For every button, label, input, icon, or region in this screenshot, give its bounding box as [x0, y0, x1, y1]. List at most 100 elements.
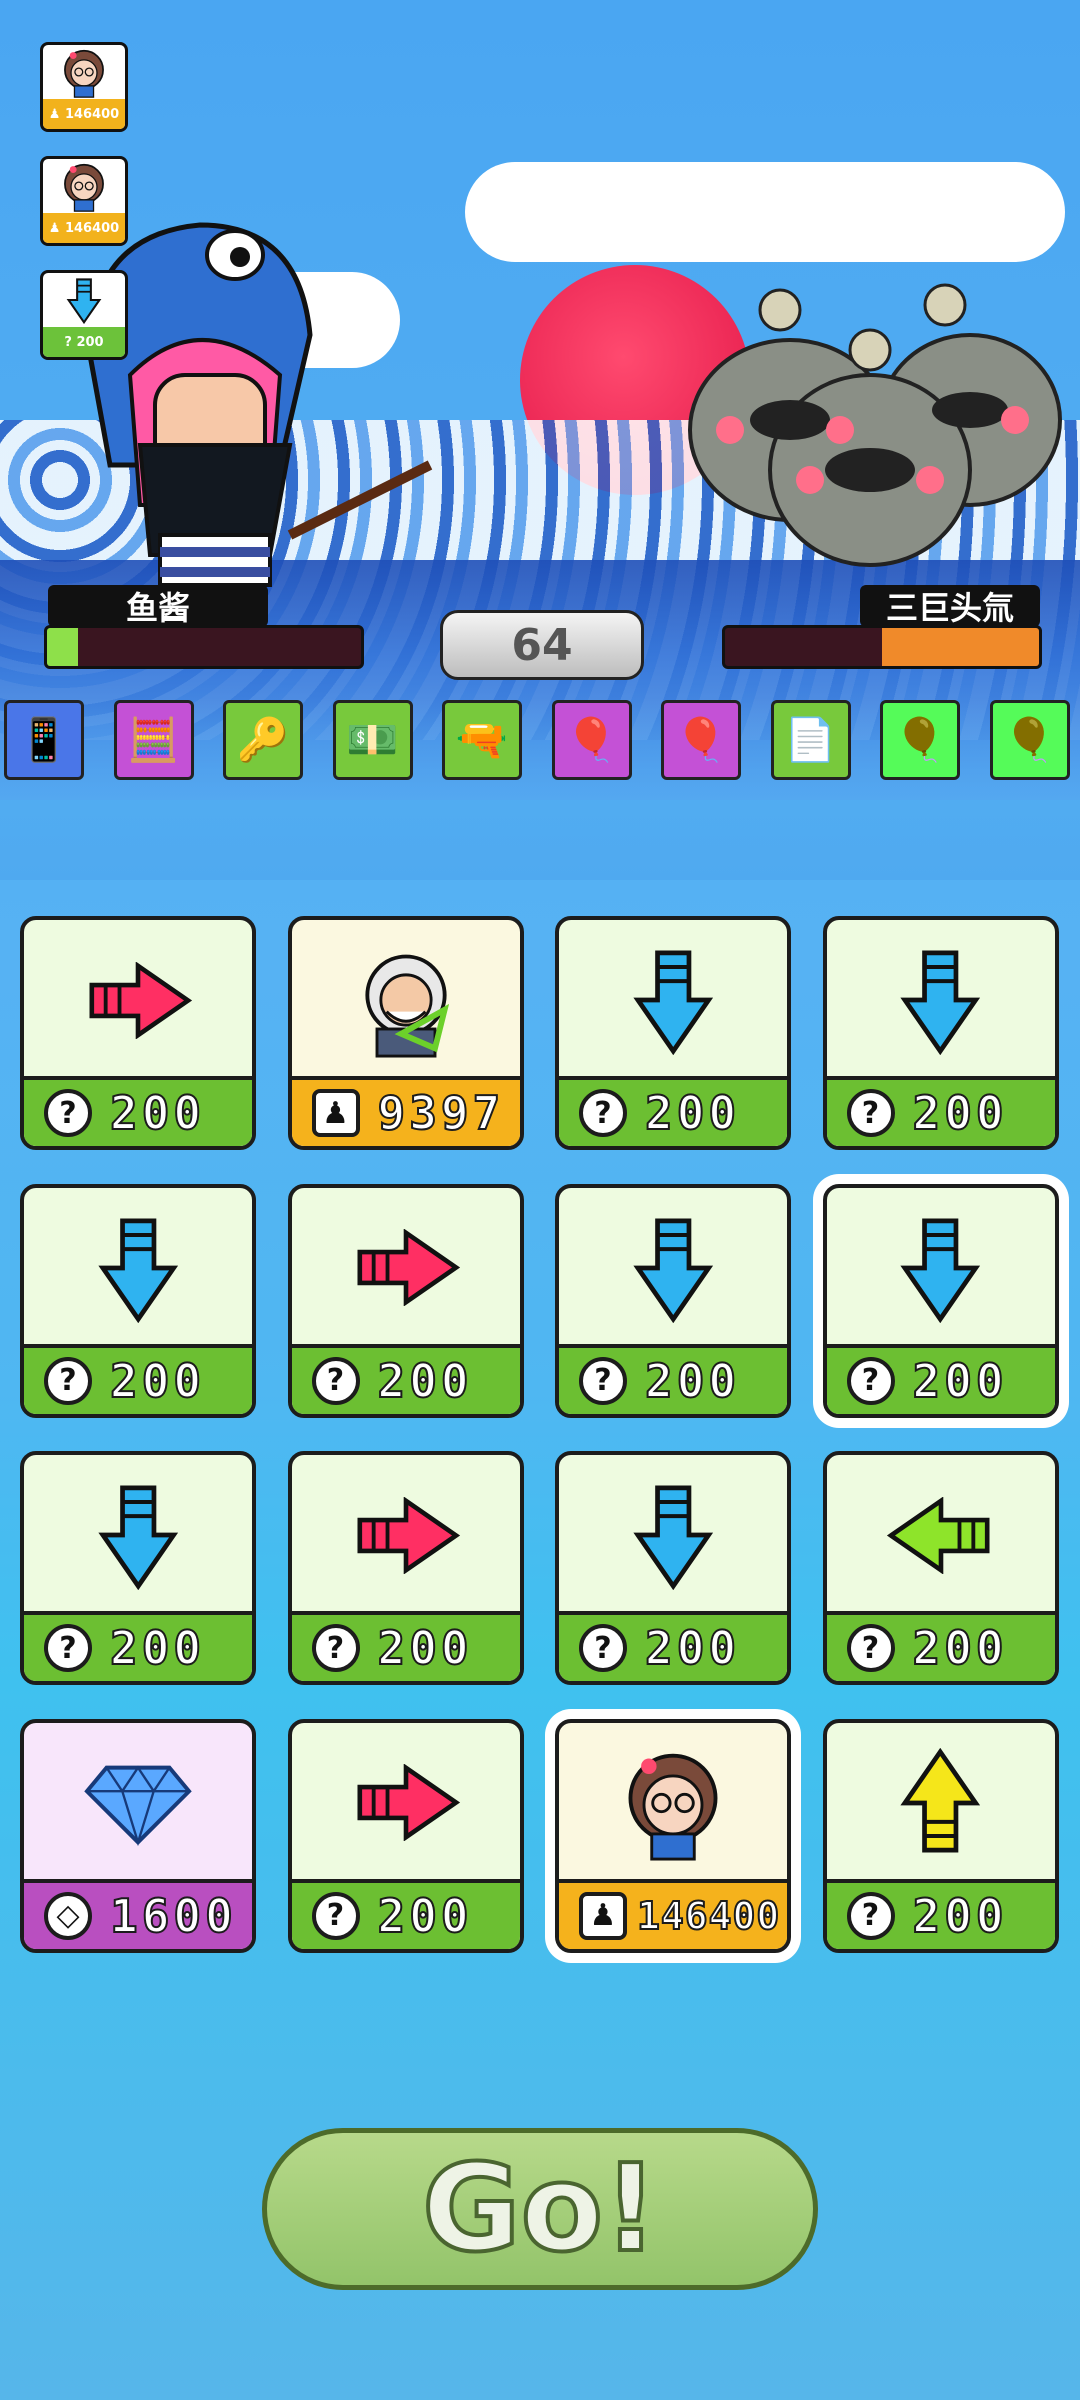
right-arrow-icon — [24, 920, 252, 1080]
down-arrow-icon — [559, 1455, 787, 1615]
help-icon: ? — [579, 1356, 627, 1405]
card-price: ? 200 — [24, 1343, 252, 1414]
action-card[interactable]: ? 200 — [287, 1451, 524, 1685]
card-price-value: 200 — [911, 1085, 1008, 1141]
sidebar-card-value: ♟ 146400 — [43, 213, 125, 243]
gun-item-icon[interactable]: 🔫 — [442, 700, 522, 780]
help-icon: ? — [311, 1624, 360, 1672]
enemy-name: 三巨头氚 — [860, 585, 1040, 627]
card-price-value: 200 — [376, 1620, 473, 1676]
paper-item-icon[interactable]: 📄 — [770, 700, 851, 780]
action-card[interactable]: ? 200 — [20, 916, 256, 1150]
card-price-value: 200 — [109, 1620, 206, 1676]
down-arrow-icon — [43, 273, 125, 327]
right-arrow-icon — [292, 1455, 520, 1615]
purple-balloon-icon[interactable]: 🎈 — [551, 700, 632, 780]
phone-item-icon[interactable]: 📱 — [4, 700, 84, 780]
card-price-value: 200 — [109, 1353, 206, 1409]
card-price-value: 200 — [376, 1353, 473, 1409]
card-price-value: 200 — [644, 1353, 741, 1409]
down-arrow-icon — [827, 1188, 1055, 1348]
card-price: ? 200 — [291, 1611, 520, 1681]
help-icon: ? — [846, 1356, 895, 1405]
action-card[interactable]: ♟ 9397 — [287, 916, 524, 1150]
action-card[interactable]: ? 200 — [822, 916, 1059, 1150]
card-price: ♟ 9397 — [291, 1076, 520, 1146]
einstein-portrait-icon — [292, 920, 520, 1080]
enemy-character — [688, 283, 1062, 567]
battle-scene: 鱼酱 三巨头氚 64 📱 🧮 🔑 💵 🔫 🎈 🎈 📄 🎈 🎈 — [0, 0, 1080, 880]
action-card[interactable]: ◇ 1600 — [20, 1718, 256, 1953]
action-card[interactable]: ♟ 146400 — [555, 1718, 791, 1953]
action-card[interactable]: ? 200 — [822, 1183, 1059, 1418]
down-arrow-icon — [24, 1188, 252, 1348]
sidebar-card-value: ? 200 — [43, 327, 125, 357]
girl-portrait-icon — [43, 45, 125, 99]
girl-portrait-icon — [43, 159, 125, 213]
help-icon: ? — [44, 1624, 92, 1672]
action-card[interactable]: ? 200 — [20, 1451, 256, 1685]
card-price: ? 200 — [826, 1611, 1055, 1681]
action-card[interactable]: ? 200 — [287, 1183, 524, 1418]
card-price-value: 146400 — [636, 1893, 781, 1939]
card-price-value: 1600 — [109, 1888, 237, 1944]
sidebar-card: ? 200 — [40, 270, 128, 360]
action-card[interactable]: ? 200 — [555, 916, 791, 1150]
diamond-icon — [24, 1723, 252, 1883]
down-arrow-icon — [827, 920, 1055, 1080]
card-price-value: 200 — [376, 1888, 473, 1944]
card-price: ? 200 — [24, 1611, 252, 1681]
card-price-value: 200 — [911, 1353, 1008, 1409]
player-hp-fill — [47, 628, 79, 666]
card-price-value: 200 — [911, 1620, 1008, 1676]
help-icon: ? — [44, 1089, 92, 1137]
help-icon: ? — [579, 1089, 627, 1137]
right-arrow-icon — [292, 1723, 520, 1883]
girl-portrait-icon — [559, 1723, 787, 1883]
person-icon: ♟ — [579, 1891, 627, 1940]
cloud — [465, 162, 1065, 262]
help-icon: ? — [311, 1891, 360, 1940]
calculator-item-icon[interactable]: 🧮 — [113, 700, 194, 780]
card-price: ? 200 — [826, 1343, 1055, 1414]
card-price-value: 200 — [911, 1888, 1008, 1944]
sidebar-card: ♟ 146400 — [40, 156, 128, 246]
card-price: ? 200 — [559, 1611, 787, 1681]
yellow-balloon-icon[interactable]: 🎈 — [880, 700, 960, 780]
card-price: ? 200 — [826, 1878, 1055, 1949]
player-hp-bar — [44, 625, 364, 669]
help-icon: ? — [44, 1356, 92, 1405]
sidebar-card: ♟ 146400 — [40, 42, 128, 132]
purple-balloon-icon[interactable]: 🎈 — [661, 700, 741, 780]
down-arrow-icon — [559, 1188, 787, 1348]
card-price: ? 200 — [291, 1343, 520, 1414]
right-arrow-icon — [292, 1188, 520, 1348]
enemy-hp-bar — [722, 625, 1042, 669]
up-arrow-icon — [827, 1723, 1055, 1883]
action-card[interactable]: ? 200 — [555, 1183, 791, 1418]
card-price: ♟ 146400 — [559, 1878, 787, 1949]
money-item-icon[interactable]: 💵 — [332, 700, 413, 780]
left-arrow-icon — [827, 1455, 1055, 1615]
action-card[interactable]: ? 200 — [555, 1451, 791, 1685]
player-name: 鱼酱 — [48, 585, 268, 627]
help-icon: ? — [846, 1089, 895, 1137]
action-card[interactable]: ? 200 — [822, 1718, 1059, 1953]
sidebar-card-value: ♟ 146400 — [43, 99, 125, 129]
action-card[interactable]: ? 200 — [822, 1451, 1059, 1685]
action-card[interactable]: ? 200 — [287, 1718, 524, 1953]
person-icon: ♟ — [311, 1089, 360, 1137]
key-item-icon[interactable]: 🔑 — [223, 700, 303, 780]
help-icon: ? — [311, 1356, 360, 1405]
card-price-value: 200 — [109, 1085, 206, 1141]
card-price: ◇ 1600 — [24, 1878, 252, 1949]
down-arrow-icon — [24, 1455, 252, 1615]
action-card[interactable]: ? 200 — [20, 1183, 256, 1418]
help-icon: ? — [579, 1624, 627, 1672]
help-icon: ? — [846, 1891, 895, 1940]
enemy-hp-fill — [882, 628, 1039, 666]
card-price-value: 200 — [644, 1085, 741, 1141]
yellow-balloon-icon[interactable]: 🎈 — [989, 700, 1070, 780]
go-button[interactable]: Go! — [262, 2128, 818, 2290]
card-price-value: 200 — [644, 1620, 741, 1676]
